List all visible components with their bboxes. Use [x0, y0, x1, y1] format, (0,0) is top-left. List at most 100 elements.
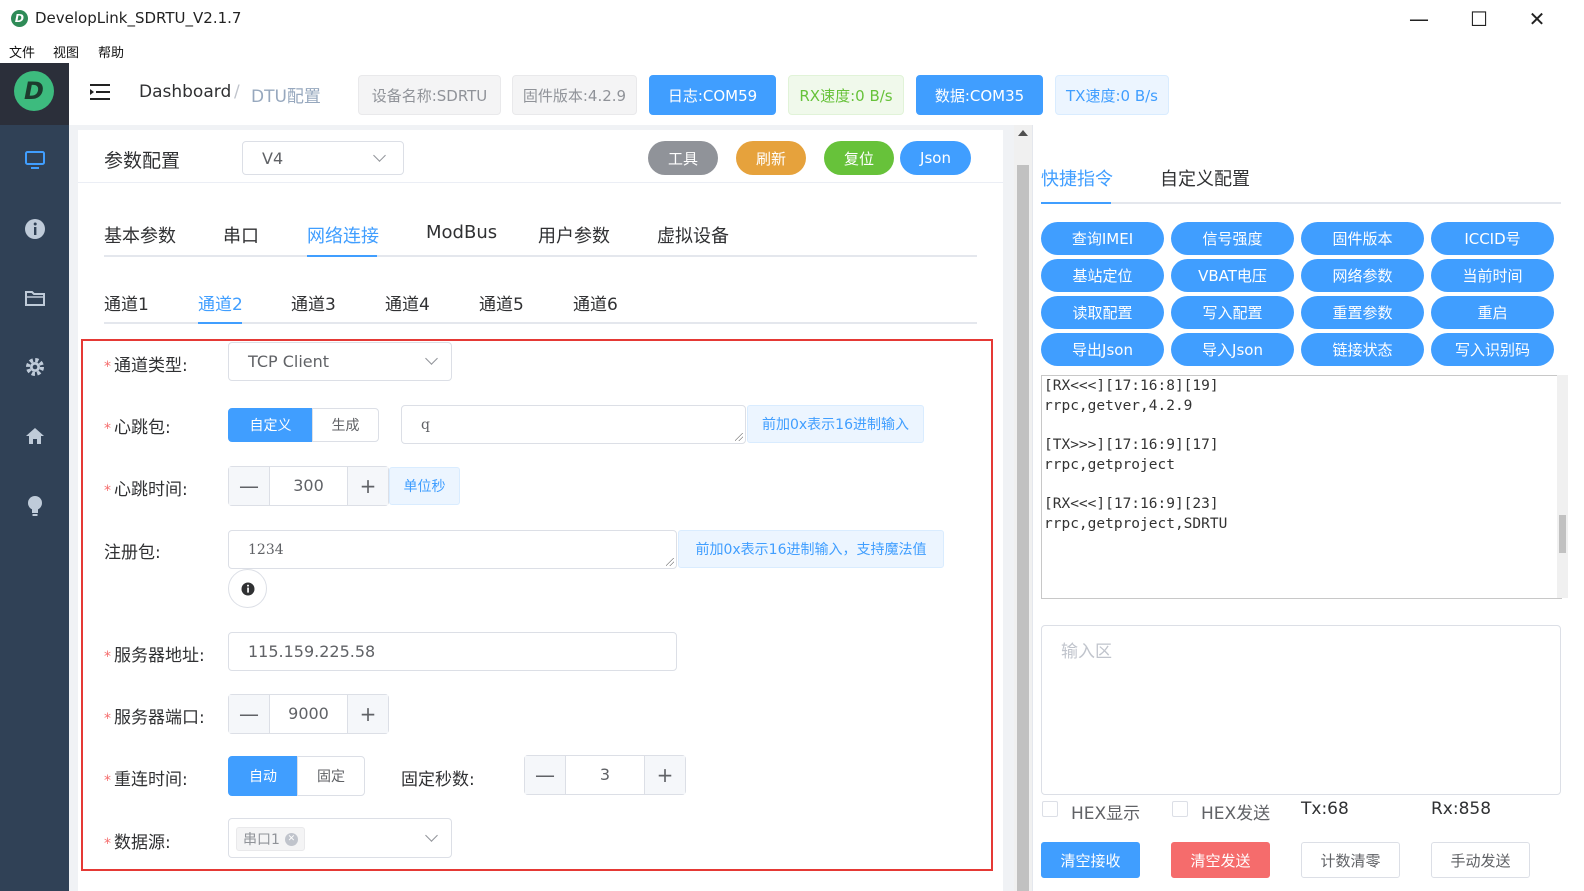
log-scrollbar[interactable]: [1557, 375, 1568, 598]
maximize-button[interactable]: ☐: [1450, 0, 1508, 38]
decrement-button[interactable]: —: [525, 756, 566, 794]
reset-button[interactable]: 复位: [824, 141, 894, 175]
main-scrollbar[interactable]: [1014, 125, 1032, 891]
home-icon[interactable]: [22, 423, 48, 449]
tab-quick-commands[interactable]: 快捷指令: [1041, 165, 1113, 191]
tab-user-params[interactable]: 用户参数: [538, 222, 610, 248]
cmd-export-json[interactable]: 导出Json: [1041, 333, 1164, 366]
channel-type-label: * 通道类型:: [104, 356, 188, 376]
tab-modbus[interactable]: ModBus: [426, 222, 497, 243]
clear-send-button[interactable]: 清空发送: [1171, 842, 1270, 878]
tab-serial[interactable]: 串口: [223, 222, 259, 248]
menu-bar: 文件 视图 帮助: [0, 38, 1584, 63]
tab-channel-3[interactable]: 通道3: [291, 290, 336, 315]
decrement-button[interactable]: —: [229, 695, 270, 733]
tab-channel-1[interactable]: 通道1: [104, 290, 149, 315]
fixed-seconds-value[interactable]: 3: [566, 765, 644, 784]
cmd-link-status[interactable]: 链接状态: [1301, 333, 1424, 366]
cmd-iccid[interactable]: ICCID号: [1431, 222, 1554, 255]
chevron-down-icon: [373, 149, 386, 162]
cmd-query-imei[interactable]: 查询IMEI: [1041, 222, 1164, 255]
version-select-value: V4: [262, 149, 284, 168]
channel-type-value: TCP Client: [248, 352, 330, 371]
resize-handle[interactable]: [735, 433, 743, 441]
heartbeat-custom-option[interactable]: 自定义: [228, 408, 313, 442]
log-scroll-thumb[interactable]: [1559, 515, 1566, 553]
monitor-icon[interactable]: [22, 147, 48, 173]
decrement-button[interactable]: —: [229, 467, 270, 505]
increment-button[interactable]: +: [347, 467, 388, 505]
cmd-read-config[interactable]: 读取配置: [1041, 296, 1164, 329]
chevron-down-icon: [425, 352, 438, 365]
bulb-icon[interactable]: [22, 493, 48, 519]
log-line: [TX>>>][17:16:9][17]: [1044, 437, 1219, 453]
version-select[interactable]: V4: [242, 141, 404, 175]
cmd-current-time[interactable]: 当前时间: [1431, 259, 1554, 292]
menu-view[interactable]: 视图: [53, 42, 79, 61]
folder-icon[interactable]: [22, 285, 48, 311]
hex-display-checkbox[interactable]: [1042, 801, 1058, 817]
increment-button[interactable]: +: [644, 756, 685, 794]
server-port-label: * 服务器端口:: [104, 708, 205, 728]
tab-channel-2[interactable]: 通道2: [198, 290, 243, 315]
channel-type-select[interactable]: TCP Client: [228, 342, 452, 381]
register-info-button[interactable]: [228, 569, 267, 608]
manual-send-button[interactable]: 手动发送: [1431, 842, 1530, 878]
json-button[interactable]: Json: [900, 141, 971, 175]
log-output[interactable]: [RX<<<][17:16:8][19] rrpc,getver,4.2.9 […: [1041, 375, 1562, 599]
data-source-select[interactable]: 串口1 ✕: [228, 818, 452, 858]
tab-network[interactable]: 网络连接: [307, 222, 379, 248]
menu-help[interactable]: 帮助: [98, 42, 124, 61]
reconnect-auto-option[interactable]: 自动: [228, 756, 298, 796]
info-icon[interactable]: [22, 216, 48, 242]
minimize-button[interactable]: —: [1390, 0, 1448, 38]
input-placeholder: 输入区: [1061, 642, 1112, 662]
log-port-button[interactable]: 日志:COM59: [649, 75, 776, 115]
refresh-button[interactable]: 刷新: [736, 141, 806, 175]
send-input-area[interactable]: 输入区: [1041, 625, 1561, 795]
breadcrumb-dashboard[interactable]: Dashboard: [139, 82, 231, 102]
tab-basic-params[interactable]: 基本参数: [104, 222, 176, 248]
close-button[interactable]: ✕: [1508, 0, 1566, 38]
cmd-write-id-code[interactable]: 写入识别码: [1431, 333, 1554, 366]
menu-toggle-icon[interactable]: [89, 83, 111, 105]
hex-send-checkbox[interactable]: [1172, 801, 1188, 817]
heartbeat-input[interactable]: q: [401, 405, 746, 444]
heartbeat-time-value[interactable]: 300: [270, 476, 347, 495]
cmd-vbat-voltage[interactable]: VBAT电压: [1171, 259, 1294, 292]
log-line: rrpc,getproject: [1044, 457, 1175, 473]
data-port-button[interactable]: 数据:COM35: [916, 75, 1043, 115]
scroll-thumb[interactable]: [1017, 165, 1029, 891]
tag-close-icon[interactable]: ✕: [284, 832, 298, 846]
reset-count-button[interactable]: 计数清零: [1301, 842, 1400, 878]
increment-button[interactable]: +: [347, 695, 388, 733]
chevron-down-icon: [425, 829, 438, 842]
reconnect-fixed-option[interactable]: 固定: [297, 756, 365, 796]
server-port-value[interactable]: 9000: [270, 704, 347, 723]
cmd-restart[interactable]: 重启: [1431, 296, 1554, 329]
tab-channel-6[interactable]: 通道6: [573, 290, 618, 315]
menu-file[interactable]: 文件: [9, 42, 35, 61]
tab-virtual-device[interactable]: 虚拟设备: [657, 222, 729, 248]
hex-send-label[interactable]: HEX发送: [1201, 799, 1270, 824]
cmd-firmware-version[interactable]: 固件版本: [1301, 222, 1424, 255]
cmd-signal-strength[interactable]: 信号强度: [1171, 222, 1294, 255]
heartbeat-time-label: * 心跳时间:: [104, 480, 188, 500]
scroll-up-arrow[interactable]: [1018, 130, 1028, 136]
resize-handle[interactable]: [666, 558, 674, 566]
tools-button[interactable]: 工具: [648, 141, 718, 175]
register-input[interactable]: 1234: [228, 530, 677, 569]
tab-custom-config[interactable]: 自定义配置: [1160, 165, 1250, 191]
cmd-reset-params[interactable]: 重置参数: [1301, 296, 1424, 329]
server-address-input[interactable]: 115.159.225.58: [228, 632, 677, 671]
cmd-base-station-location[interactable]: 基站定位: [1041, 259, 1164, 292]
hex-display-label[interactable]: HEX显示: [1071, 799, 1140, 824]
tab-channel-4[interactable]: 通道4: [385, 290, 430, 315]
cmd-network-params[interactable]: 网络参数: [1301, 259, 1424, 292]
clear-receive-button[interactable]: 清空接收: [1041, 842, 1140, 878]
cmd-import-json[interactable]: 导入Json: [1171, 333, 1294, 366]
tab-channel-5[interactable]: 通道5: [479, 290, 524, 315]
gear-icon[interactable]: [22, 354, 48, 380]
cmd-write-config[interactable]: 写入配置: [1171, 296, 1294, 329]
heartbeat-generate-option[interactable]: 生成: [312, 408, 379, 442]
